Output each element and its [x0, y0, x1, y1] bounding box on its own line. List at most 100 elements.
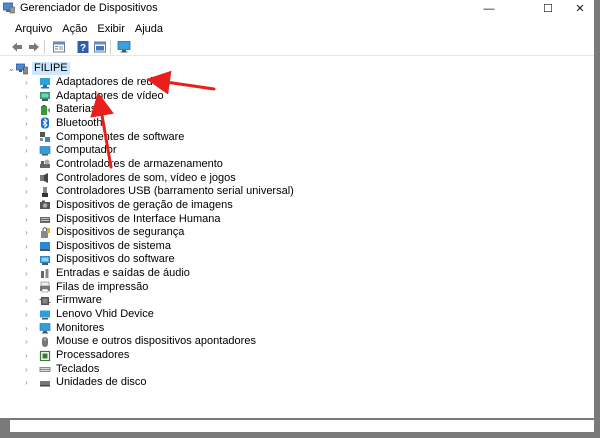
tree-item-label: Baterias: [56, 103, 97, 116]
expand-chevron-icon[interactable]: ›: [25, 133, 36, 142]
expand-chevron-icon[interactable]: ›: [25, 146, 36, 155]
device-manager-window: Gerenciador de Dispositivos — ☐ ✕ Arquiv…: [0, 0, 600, 438]
back-icon[interactable]: [10, 40, 24, 54]
close-button[interactable]: ✕: [565, 0, 595, 17]
tree-item-label: Filas de impressão: [56, 280, 149, 293]
expand-chevron-icon[interactable]: ›: [25, 105, 36, 114]
lenovo-device-icon: [40, 310, 50, 320]
expand-chevron-icon[interactable]: ›: [25, 119, 36, 128]
tree-item-label: Dispositivos do software: [56, 253, 175, 266]
expand-chevron-icon[interactable]: ›: [25, 296, 36, 305]
tree-item-storage-controller[interactable]: › Controladores de armazenamento: [25, 158, 223, 171]
tree-item-hid[interactable]: › Dispositivos de Interface Humana: [25, 213, 220, 226]
expand-chevron-icon[interactable]: ›: [25, 92, 36, 101]
tree-item-imaging[interactable]: › Dispositivos de geração de imagens: [25, 199, 233, 212]
audio-io-icon: [41, 268, 49, 278]
window-title: Gerenciador de Dispositivos: [20, 2, 158, 14]
tree-item-label: Computador: [56, 144, 117, 157]
display-adapter-icon: [40, 92, 50, 102]
computer-icon: [39, 145, 51, 156]
tree-item-label: Componentes de software: [56, 130, 185, 143]
tree-item-label: Dispositivos de sistema: [56, 239, 171, 252]
menu-exibir[interactable]: Exibir: [92, 21, 130, 37]
expand-chevron-icon[interactable]: ›: [25, 174, 36, 183]
usb-icon: [42, 186, 48, 197]
minimize-button[interactable]: —: [474, 0, 504, 17]
tree-item-keyboard[interactable]: › Teclados: [25, 363, 99, 376]
tree-item-software-component[interactable]: › Componentes de software: [25, 131, 184, 144]
root-expanded-chevron-icon[interactable]: ⌄: [8, 64, 15, 73]
forward-icon[interactable]: [27, 40, 41, 54]
menu-arquivo[interactable]: Arquivo: [0, 21, 57, 37]
tree-item-battery[interactable]: › Baterias: [25, 103, 96, 116]
bluetooth-icon: [41, 117, 49, 129]
menu-ajuda[interactable]: Ajuda: [130, 21, 168, 37]
tree-item-computer[interactable]: › Computador: [25, 144, 117, 157]
tree-item-security[interactable]: › Dispositivos de segurança: [25, 226, 184, 239]
expand-chevron-icon[interactable]: ›: [25, 201, 36, 210]
tree-item-label: Controladores de armazenamento: [56, 157, 223, 170]
tree-item-disk-drive[interactable]: › Unidades de disco: [25, 376, 147, 389]
tree-item-sound[interactable]: › Controladores de som, vídeo e jogos: [25, 172, 236, 185]
tree-item-processor[interactable]: › Processadores: [25, 349, 129, 362]
tree-item-bluetooth[interactable]: › Bluetooth: [25, 117, 102, 130]
expand-chevron-icon[interactable]: ›: [25, 78, 36, 87]
monitor-icon: [39, 323, 51, 334]
software-device-icon: [40, 255, 50, 265]
expand-chevron-icon[interactable]: ›: [25, 365, 36, 374]
tree-item-label: Dispositivos de geração de imagens: [56, 198, 233, 211]
svg-text:?: ?: [80, 43, 86, 54]
tree-item-display-adapter[interactable]: › Adaptadores de vídeo: [25, 90, 164, 103]
tree-item-label: Controladores de som, vídeo e jogos: [56, 171, 236, 184]
expand-chevron-icon[interactable]: ›: [25, 310, 36, 319]
tree-root[interactable]: FILIPE: [16, 62, 70, 75]
tree-item-mouse[interactable]: › Mouse e outros dispositivos apontadores: [25, 335, 256, 348]
tree-item-label: Entradas e saídas de áudio: [56, 267, 190, 280]
expand-chevron-icon[interactable]: ›: [25, 187, 36, 196]
tree-item-network-adapter[interactable]: › Adaptadores de rede: [25, 76, 159, 89]
tree-item-label: Adaptadores de vídeo: [56, 89, 164, 102]
expand-chevron-icon[interactable]: ›: [25, 242, 36, 251]
toolbar: ?: [0, 38, 594, 56]
tree-item-audio-io[interactable]: › Entradas e saídas de áudio: [25, 267, 190, 280]
tree-item-label: Unidades de disco: [56, 376, 147, 389]
tree-item-label: Processadores: [56, 349, 130, 361]
mouse-icon: [42, 336, 48, 347]
network-adapter-icon: [40, 77, 50, 88]
expand-chevron-icon[interactable]: ›: [25, 337, 36, 346]
maximize-button[interactable]: ☐: [533, 0, 563, 17]
status-strip: [10, 420, 594, 432]
system-device-icon: [40, 242, 50, 252]
expand-chevron-icon[interactable]: ›: [25, 378, 36, 387]
expand-chevron-icon[interactable]: ›: [25, 215, 36, 224]
expand-chevron-icon[interactable]: ›: [25, 351, 36, 360]
tree-item-label: Monitores: [56, 321, 105, 334]
expand-chevron-icon[interactable]: ›: [25, 269, 36, 278]
expand-chevron-icon[interactable]: ›: [25, 283, 36, 292]
menu-acao[interactable]: Ação: [57, 21, 92, 37]
software-component-icon: [40, 132, 50, 143]
device-manager-app-icon: [3, 2, 15, 14]
tree-item-print-queue[interactable]: › Filas de impressão: [25, 281, 148, 294]
processor-icon: [39, 350, 51, 361]
tree-item-system-device[interactable]: › Dispositivos de sistema: [25, 240, 171, 253]
expand-chevron-icon[interactable]: ›: [25, 255, 36, 264]
expand-chevron-icon[interactable]: ›: [25, 228, 36, 237]
update-icon[interactable]: [93, 40, 107, 54]
tree-item-lenovo-device[interactable]: › Lenovo Vhid Device: [25, 308, 154, 321]
battery-icon: [41, 104, 50, 115]
tree-item-monitor[interactable]: › Monitores: [25, 322, 104, 335]
toolbar-separator: [110, 40, 111, 54]
expand-chevron-icon[interactable]: ›: [25, 160, 36, 169]
monitor-scan-icon[interactable]: [117, 40, 131, 54]
sound-icon: [40, 173, 48, 184]
help-icon[interactable]: ?: [76, 40, 90, 54]
tree-item-usb[interactable]: › Controladores USB (barramento serial un…: [25, 185, 294, 198]
properties-icon[interactable]: [52, 40, 66, 54]
tree-item-firmware[interactable]: › Firmware: [25, 294, 102, 307]
firmware-icon: [39, 296, 51, 305]
keyboard-icon: [39, 367, 51, 373]
tree-item-label: Adaptadores de rede: [56, 76, 159, 88]
tree-item-software-device[interactable]: › Dispositivos do software: [25, 253, 175, 266]
expand-chevron-icon[interactable]: ›: [25, 324, 36, 333]
